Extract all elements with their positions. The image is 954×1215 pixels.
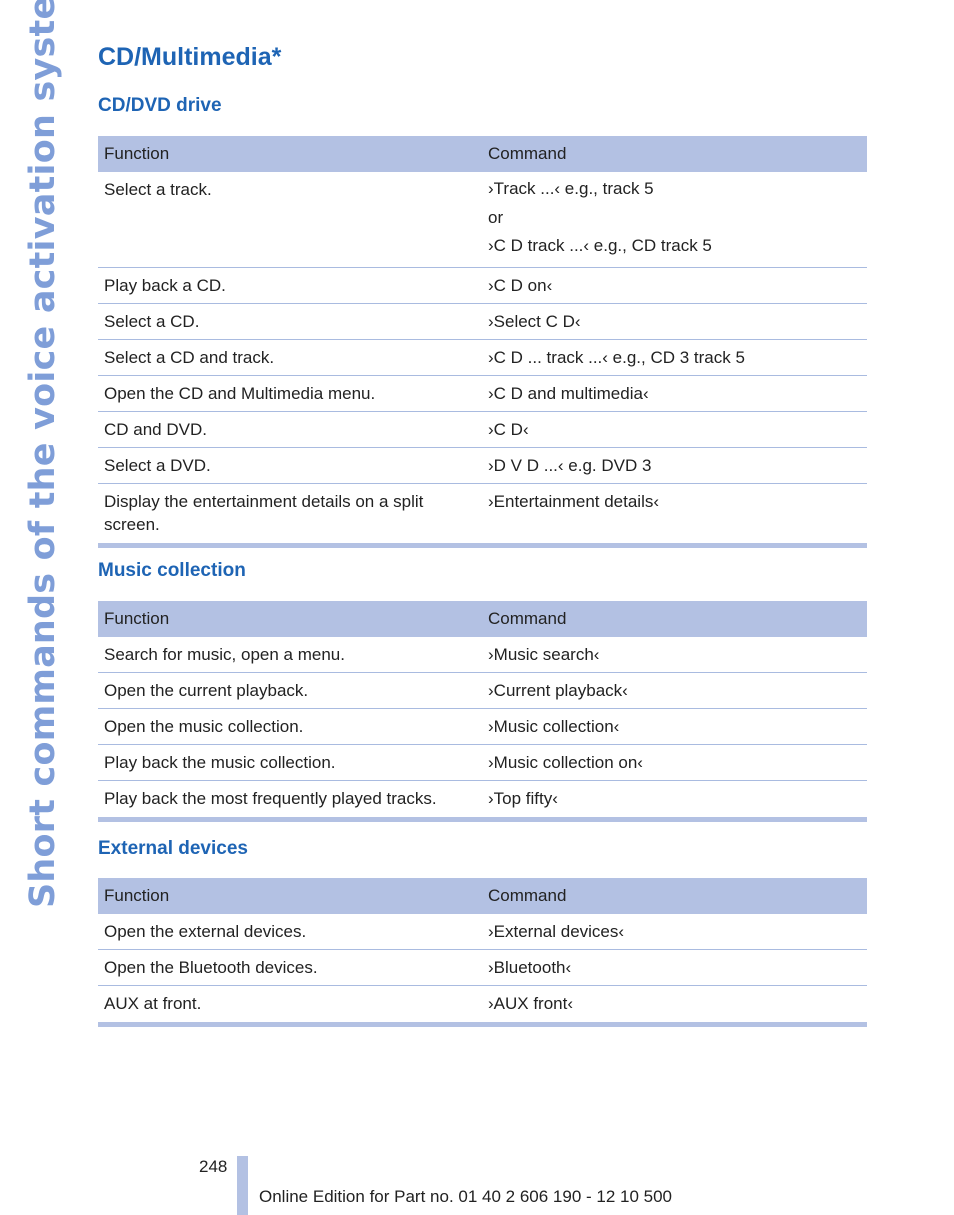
edition-note: Online Edition for Part no. 01 40 2 606 … bbox=[259, 1187, 673, 1206]
table-row: Select a track. ›Track ...‹ e.g., track 5… bbox=[98, 172, 867, 268]
command-cell: ›C D and multimedia‹ bbox=[482, 375, 867, 412]
command-cell: ›Top fifty‹ bbox=[482, 780, 867, 822]
voice-command-text: ›Track ...‹ e.g., track 5 bbox=[488, 179, 654, 198]
voice-command-text: ›Entertainment details‹ bbox=[488, 491, 660, 511]
column-header-command: Command bbox=[482, 601, 867, 637]
section-title-external-devices: External devices bbox=[98, 838, 248, 859]
command-cell: ›C D‹ bbox=[482, 411, 867, 448]
table-row: AUX at front. ›AUX front‹ bbox=[98, 985, 867, 1027]
command-cell: ›Select C D‹ bbox=[482, 303, 867, 340]
voice-command-text: ›C D‹ bbox=[488, 419, 529, 439]
voice-command-text: or bbox=[488, 207, 504, 227]
voice-command-text: ›Current playback‹ bbox=[488, 681, 628, 700]
table-row: Open the CD and Multimedia menu. ›C D and… bbox=[98, 375, 867, 412]
command-cell: ›External devices‹ bbox=[482, 914, 867, 950]
command-cell: ›D V D ...‹ e.g. DVD 3 bbox=[482, 447, 867, 484]
function-cell: Select a DVD. bbox=[98, 447, 482, 484]
table-external-devices: Function Command Open the external devic… bbox=[98, 878, 867, 1027]
function-cell: Open the external devices. bbox=[98, 914, 482, 950]
footer-accent-bar bbox=[237, 1156, 248, 1215]
side-chapter-title: Short commands of the voice activation s… bbox=[23, 0, 63, 908]
table-row: Search for music, open a menu. ›Music sea… bbox=[98, 637, 867, 673]
table-row: Select a DVD. ›D V D ...‹ e.g. DVD 3 bbox=[98, 447, 867, 484]
function-cell: Search for music, open a menu. bbox=[98, 637, 482, 673]
table-row: Open the Bluetooth devices. ›Bluetooth‹ bbox=[98, 949, 867, 986]
function-cell: CD and DVD. bbox=[98, 411, 482, 448]
voice-command-text: ›AUX front‹ bbox=[488, 994, 574, 1013]
voice-command-text: ›Top fifty‹ bbox=[488, 789, 558, 808]
table-row: CD and DVD. ›C D‹ bbox=[98, 411, 867, 448]
page-title: CD/Multimedia* bbox=[98, 43, 282, 71]
command-cell: ›Music search‹ bbox=[482, 637, 867, 673]
column-header-function: Function bbox=[98, 136, 482, 172]
table-row: Open the external devices. ›External devi… bbox=[98, 914, 867, 950]
command-cell: ›Current playback‹ bbox=[482, 672, 867, 709]
table-cd-dvd-drive: Function Command Select a track. ›Track .… bbox=[98, 136, 867, 548]
voice-command-text: ›D V D ...‹ e.g. DVD 3 bbox=[488, 455, 652, 475]
function-cell: Select a CD. bbox=[98, 303, 482, 340]
table-header-row: Function Command bbox=[98, 878, 867, 914]
command-cell: ›Track ...‹ e.g., track 5 or ›C D track ..… bbox=[482, 172, 867, 268]
voice-command-text: ›Select C D‹ bbox=[488, 311, 581, 331]
column-header-function: Function bbox=[98, 601, 482, 637]
voice-command-text: ›Music search‹ bbox=[488, 645, 600, 664]
voice-command-text: ›Music collection on‹ bbox=[488, 753, 643, 772]
table-row: Open the current playback. ›Current playb… bbox=[98, 672, 867, 709]
function-cell: Open the Bluetooth devices. bbox=[98, 949, 482, 986]
command-cell: ›C D ... track ...‹ e.g., CD 3 track 5 bbox=[482, 339, 867, 376]
command-cell: ›C D on‹ bbox=[482, 267, 867, 304]
function-cell: AUX at front. bbox=[98, 985, 482, 1027]
column-header-function: Function bbox=[98, 878, 482, 914]
table-row: Select a CD and track. ›C D ... track ...… bbox=[98, 339, 867, 376]
voice-command-text: ›Music collection‹ bbox=[488, 717, 620, 736]
table-row: Play back a CD. ›C D on‹ bbox=[98, 267, 867, 304]
table-row: Play back the music collection. ›Music co… bbox=[98, 744, 867, 781]
table-music-collection: Function Command Search for music, open … bbox=[98, 601, 867, 822]
voice-command-text: ›C D on‹ bbox=[488, 275, 553, 295]
table-header-row: Function Command bbox=[98, 601, 867, 637]
function-cell: Play back the music collection. bbox=[98, 744, 482, 781]
command-cell: ›Music collection on‹ bbox=[482, 744, 867, 781]
voice-command-text: ›External devices‹ bbox=[488, 922, 625, 941]
command-cell: ›AUX front‹ bbox=[482, 985, 867, 1027]
voice-command-text: ›C D track ...‹ e.g., CD track 5 bbox=[488, 236, 712, 255]
page-number: 248 bbox=[199, 1157, 228, 1176]
command-cell: ›Entertainment details‹ bbox=[482, 483, 867, 548]
function-cell: Play back a CD. bbox=[98, 267, 482, 304]
function-cell: Play back the most frequently played tra… bbox=[98, 780, 482, 822]
table-header-row: Function Command bbox=[98, 136, 867, 172]
table-row: Open the music collection. ›Music collect… bbox=[98, 708, 867, 745]
function-cell: Select a CD and track. bbox=[98, 339, 482, 376]
voice-command-text: ›C D and multimedia‹ bbox=[488, 383, 649, 403]
section-title-cd-dvd-drive: CD/DVD drive bbox=[98, 95, 222, 116]
voice-command-text: ›C D ... track ...‹ e.g., CD 3 track 5 bbox=[488, 347, 745, 367]
function-cell: Select a track. bbox=[98, 172, 482, 268]
section-title-music-collection: Music collection bbox=[98, 560, 246, 581]
function-cell: Display the entertainment details on a s… bbox=[98, 483, 482, 548]
function-cell: Open the CD and Multimedia menu. bbox=[98, 375, 482, 412]
function-cell: Open the current playback. bbox=[98, 672, 482, 709]
table-row: Display the entertainment details on a s… bbox=[98, 483, 867, 548]
column-header-command: Command bbox=[482, 878, 867, 914]
command-cell: ›Music collection‹ bbox=[482, 708, 867, 745]
table-row: Select a CD. ›Select C D‹ bbox=[98, 303, 867, 340]
command-cell: ›Bluetooth‹ bbox=[482, 949, 867, 986]
column-header-command: Command bbox=[482, 136, 867, 172]
function-cell: Open the music collection. bbox=[98, 708, 482, 745]
voice-command-text: ›Bluetooth‹ bbox=[488, 958, 572, 977]
table-row: Play back the most frequently played tra… bbox=[98, 780, 867, 822]
